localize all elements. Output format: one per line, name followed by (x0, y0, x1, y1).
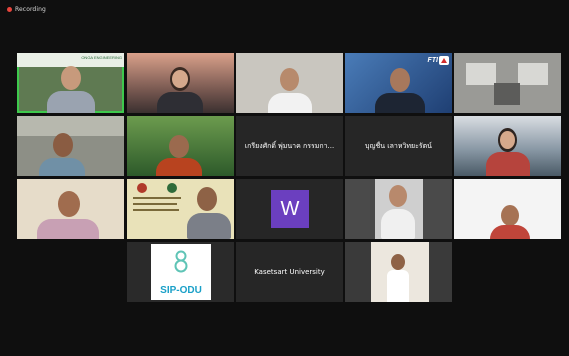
participant-tile[interactable] (17, 116, 124, 176)
participant-tile[interactable]: เกรียงศักดิ์ พุ่มนาค กรรมกา... (236, 116, 343, 176)
participant-tile[interactable]: FTI (345, 53, 452, 113)
participant-tile[interactable]: ONGA ENGINEERING (17, 53, 124, 113)
participant-tile[interactable]: Kasetsart University (236, 242, 343, 302)
participant-tile[interactable] (236, 53, 343, 113)
participant-name: Kasetsart University (254, 268, 325, 276)
participant-gallery: ONGA ENGINEERING FTI เกรียงศักดิ์ พุ่มนา… (0, 0, 569, 356)
participant-tile[interactable]: SIP-ODU (127, 242, 234, 302)
participant-name: บุญชื่น เลาหวิทยะรัตน์ (365, 141, 432, 150)
participant-tile[interactable] (454, 53, 561, 113)
logo-figure-icon (174, 250, 188, 273)
logo-text: SIP-ODU (160, 285, 202, 296)
participant-tile[interactable] (127, 53, 234, 113)
participant-tile[interactable] (345, 179, 452, 239)
participant-tile[interactable] (127, 116, 234, 176)
fti-mark-icon (439, 56, 449, 65)
banner-logo: ONGA ENGINEERING (81, 55, 122, 60)
participant-tile[interactable]: บุญชื่น เลาหวิทยะรัตน์ (345, 116, 452, 176)
participant-tile[interactable] (454, 116, 561, 176)
participant-tile[interactable] (127, 179, 234, 239)
participant-tile[interactable] (17, 179, 124, 239)
fti-logo: FTI (427, 57, 439, 64)
participant-tile[interactable]: W (236, 179, 343, 239)
participant-tile[interactable] (345, 242, 452, 302)
participant-avatar: W (271, 190, 309, 228)
sip-odu-logo: SIP-ODU (151, 244, 211, 300)
participant-tile[interactable] (454, 179, 561, 239)
participant-name: เกรียงศักดิ์ พุ่มนาค กรรมกา... (244, 141, 335, 150)
emblem-icon (167, 183, 177, 193)
emblem-icon (137, 183, 147, 193)
